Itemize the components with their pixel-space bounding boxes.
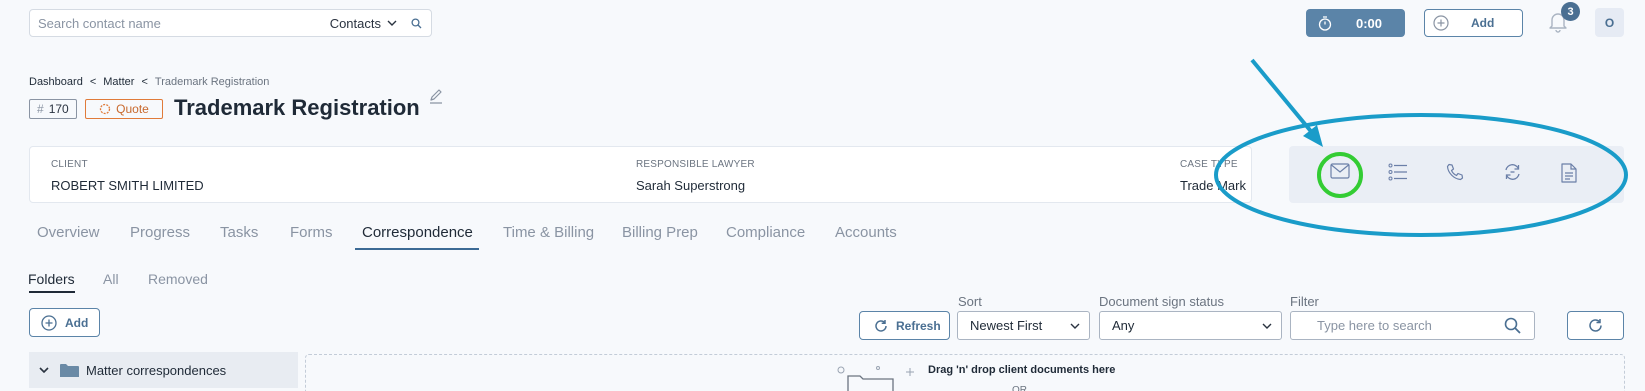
sort-value: Newest First <box>970 318 1043 333</box>
quote-status-icon <box>99 103 111 115</box>
matter-number-tag: # 170 <box>29 99 77 119</box>
breadcrumb-separator: < <box>89 76 97 88</box>
tab-compliance[interactable]: Compliance <box>726 224 805 241</box>
annotation-arrow-head <box>1303 125 1323 147</box>
tab-progress[interactable]: Progress <box>130 224 190 241</box>
filter-input[interactable]: Type here to search <box>1290 311 1535 340</box>
document-icon[interactable] <box>1561 163 1577 183</box>
refresh-icon <box>1588 318 1603 333</box>
case-type-label: CASE TYPE <box>1180 159 1238 170</box>
refresh-button[interactable]: Refresh <box>859 311 950 340</box>
sign-status-select[interactable]: Any <box>1099 311 1282 340</box>
subtab-removed[interactable]: Removed <box>148 271 208 287</box>
matter-number: 170 <box>48 102 69 116</box>
filter-placeholder: Type here to search <box>1317 318 1432 333</box>
filter-label: Filter <box>1290 294 1319 309</box>
lawyer-value: Sarah Superstrong <box>636 178 746 193</box>
sort-select[interactable]: Newest First <box>957 311 1090 340</box>
list-icon[interactable] <box>1388 163 1408 181</box>
search-scope-select[interactable]: Contacts <box>330 16 381 31</box>
search-input[interactable]: Search contact name <box>30 16 330 31</box>
search-icon[interactable] <box>1504 317 1521 334</box>
client-label: CLIENT <box>51 159 88 170</box>
dropzone-text: Drag 'n' drop client documents here <box>928 364 1116 376</box>
plus-circle-icon <box>41 314 57 331</box>
refresh-icon <box>874 319 888 333</box>
notification-badge: 3 <box>1561 2 1580 21</box>
matter-info-card: CLIENT ROBERT SMITH LIMITED RESPONSIBLE … <box>29 146 1252 203</box>
reload-button[interactable] <box>1567 311 1624 340</box>
breadcrumb: Dashboard < Matter < Trademark Registrat… <box>29 76 269 88</box>
folder-tree-item[interactable]: Matter correspondences <box>29 352 298 388</box>
dropzone-or: OR <box>1012 385 1027 391</box>
tab-tasks[interactable]: Tasks <box>220 224 258 241</box>
sign-status-value: Any <box>1112 318 1135 333</box>
sync-icon[interactable] <box>1503 163 1522 181</box>
subtab-folders[interactable]: Folders <box>28 271 75 287</box>
tab-forms[interactable]: Forms <box>290 224 333 241</box>
avatar[interactable]: O <box>1595 8 1624 37</box>
phone-icon[interactable] <box>1446 163 1464 181</box>
sort-label: Sort <box>958 294 982 309</box>
active-subtab-indicator <box>29 291 75 293</box>
breadcrumb-separator: < <box>141 76 148 88</box>
tab-correspondence[interactable]: Correspondence <box>362 224 473 241</box>
folder-icon <box>60 363 79 378</box>
active-tab-indicator <box>355 248 479 250</box>
case-type-value: Trade Mark <box>1180 178 1246 193</box>
status-label: Quote <box>116 102 149 116</box>
search-icon[interactable] <box>411 17 422 29</box>
chevron-down-icon <box>1070 323 1080 329</box>
hash-symbol: # <box>37 102 44 116</box>
tab-overview[interactable]: Overview <box>37 224 100 241</box>
folder-name: Matter correspondences <box>86 362 227 378</box>
contact-search[interactable]: Search contact name Contacts <box>29 9 432 37</box>
annotation-arrow-line <box>1250 58 1316 137</box>
add-button[interactable]: Add <box>1424 9 1523 37</box>
add-folder-label: Add <box>65 315 89 330</box>
tab-billing-prep[interactable]: Billing Prep <box>622 224 698 241</box>
folder-upload-illustration <box>828 362 918 391</box>
timer-button[interactable]: 0:00 <box>1306 9 1405 37</box>
mail-icon[interactable] <box>1330 163 1350 179</box>
breadcrumb-matter[interactable]: Matter <box>103 76 134 88</box>
subtab-all[interactable]: All <box>103 271 119 287</box>
chevron-down-icon[interactable] <box>39 367 49 373</box>
add-folder-button[interactable]: Add <box>29 308 100 337</box>
client-value[interactable]: ROBERT SMITH LIMITED <box>51 178 204 193</box>
pencil-icon[interactable] <box>428 88 444 104</box>
tab-accounts[interactable]: Accounts <box>835 224 897 241</box>
breadcrumb-current: Trademark Registration <box>154 76 270 88</box>
sign-status-label: Document sign status <box>1099 294 1225 309</box>
timer-value: 0:00 <box>1356 15 1383 31</box>
chevron-down-icon <box>1262 323 1272 329</box>
add-button-label: Add <box>1471 16 1495 30</box>
refresh-label: Refresh <box>896 318 941 333</box>
status-badge: Quote <box>85 99 163 119</box>
page-title: Trademark Registration <box>174 95 420 120</box>
lawyer-label: RESPONSIBLE LAWYER <box>636 159 755 170</box>
chevron-down-icon[interactable] <box>387 20 397 26</box>
stopwatch-icon <box>1318 15 1332 31</box>
plus-circle-icon <box>1433 15 1449 31</box>
tab-time-billing[interactable]: Time & Billing <box>503 224 594 241</box>
breadcrumb-dashboard[interactable]: Dashboard <box>29 76 83 88</box>
